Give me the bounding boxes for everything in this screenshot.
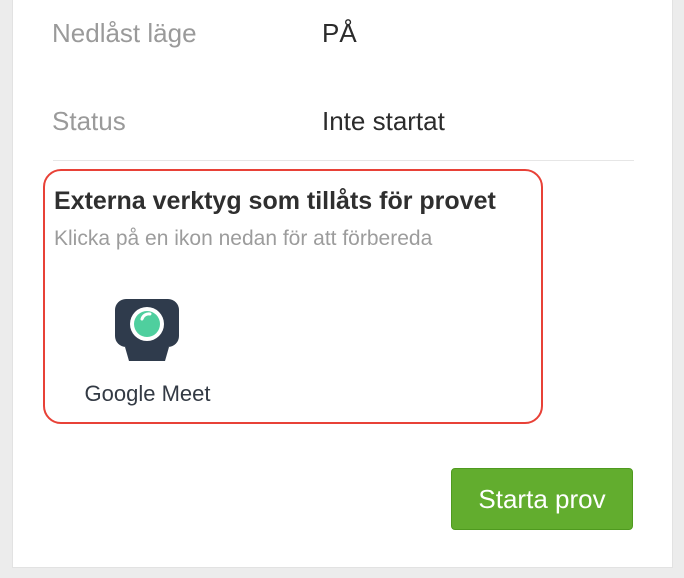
setting-row-status: Status Inte startat (52, 101, 652, 141)
divider (53, 160, 634, 161)
section-subtitle: Klicka på en ikon nedan för att förbered… (54, 227, 433, 250)
external-tools-section: Externa verktyg som tillåts för provet K… (43, 169, 543, 424)
exam-details-panel: Nedlåst läge PÅ Status Inte startat Exte… (12, 0, 673, 568)
setting-label: Status (52, 105, 126, 136)
setting-row-locked-mode: Nedlåst läge PÅ (52, 13, 652, 53)
start-exam-button[interactable]: Starta prov (451, 468, 633, 530)
setting-value: PÅ (322, 17, 357, 48)
setting-value: Inte startat (322, 105, 445, 136)
tool-google-meet[interactable]: Google Meet (70, 299, 220, 411)
setting-label: Nedlåst läge (52, 17, 197, 48)
webcam-icon (115, 299, 179, 361)
section-title: Externa verktyg som tillåts för provet (54, 187, 496, 215)
tool-label: Google Meet (84, 381, 211, 406)
